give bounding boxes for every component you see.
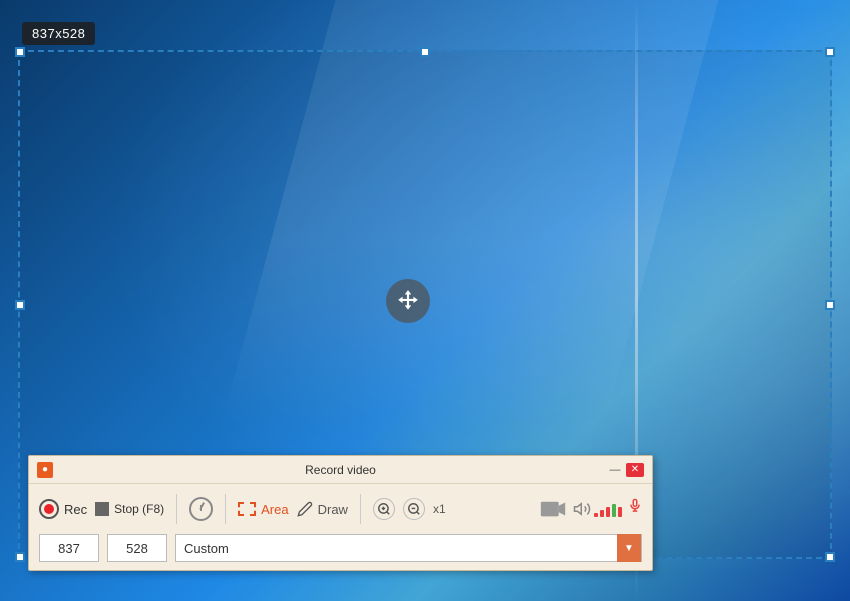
minimize-button[interactable]: — — [606, 463, 624, 477]
titlebar-right: — ✕ — [606, 463, 644, 477]
stop-icon — [95, 502, 109, 516]
timer-button[interactable] — [189, 497, 213, 521]
zoom-out-icon — [407, 502, 421, 516]
camera-button[interactable] — [540, 499, 566, 519]
zoom-out-button[interactable] — [403, 498, 425, 520]
panel-body: Rec Stop (F8) Area Draw — [29, 484, 652, 534]
draw-label: Draw — [318, 502, 348, 517]
volume-bars — [594, 501, 622, 517]
divider-1 — [176, 494, 177, 524]
app-icon: ● — [37, 462, 53, 478]
panel-footer: Custom ▼ — [29, 534, 652, 570]
stop-label: Stop (F8) — [114, 502, 164, 516]
vol-bar-4 — [612, 504, 616, 517]
pencil-icon — [297, 501, 313, 517]
zoom-in-button[interactable] — [373, 498, 395, 520]
divider-2 — [225, 494, 226, 524]
draw-button[interactable]: Draw — [297, 501, 348, 517]
mic-button[interactable] — [628, 497, 642, 522]
rec-circle — [39, 499, 59, 519]
width-input[interactable] — [39, 534, 99, 562]
area-icon — [238, 502, 256, 516]
panel-title: Record video — [305, 463, 376, 477]
stop-button[interactable]: Stop (F8) — [95, 502, 164, 516]
vol-bar-2 — [600, 510, 604, 517]
close-button[interactable]: ✕ — [626, 463, 644, 477]
vol-bar-5 — [618, 507, 622, 517]
rec-label: Rec — [64, 502, 87, 517]
move-icon — [395, 288, 421, 314]
speaker-icon — [572, 500, 592, 518]
divider-3 — [360, 494, 361, 524]
volume-button[interactable] — [572, 500, 622, 518]
titlebar-left: ● — [37, 462, 53, 478]
preset-label: Custom — [176, 541, 617, 556]
preset-select[interactable]: Custom ▼ — [175, 534, 642, 562]
move-cursor-icon — [386, 279, 430, 323]
vol-bar-3 — [606, 507, 610, 517]
area-button[interactable]: Area — [238, 502, 288, 517]
panel-titlebar: ● Record video — ✕ — [29, 456, 652, 484]
preset-dropdown-arrow[interactable]: ▼ — [617, 534, 641, 562]
area-label: Area — [261, 502, 288, 517]
zoom-level: x1 — [433, 502, 446, 516]
record-panel: ● Record video — ✕ Rec Stop (F8) — [28, 455, 653, 571]
dimensions-text: 837x528 — [32, 26, 85, 41]
camera-icon — [540, 499, 566, 519]
rec-inner — [44, 504, 54, 514]
dimensions-badge: 837x528 — [22, 22, 95, 45]
right-controls — [540, 497, 642, 522]
mic-icon — [628, 497, 642, 517]
rec-button[interactable]: Rec — [39, 499, 87, 519]
vol-bar-1 — [594, 513, 598, 517]
zoom-in-icon — [377, 502, 391, 516]
height-input[interactable] — [107, 534, 167, 562]
dropdown-arrow-icon: ▼ — [624, 543, 634, 554]
